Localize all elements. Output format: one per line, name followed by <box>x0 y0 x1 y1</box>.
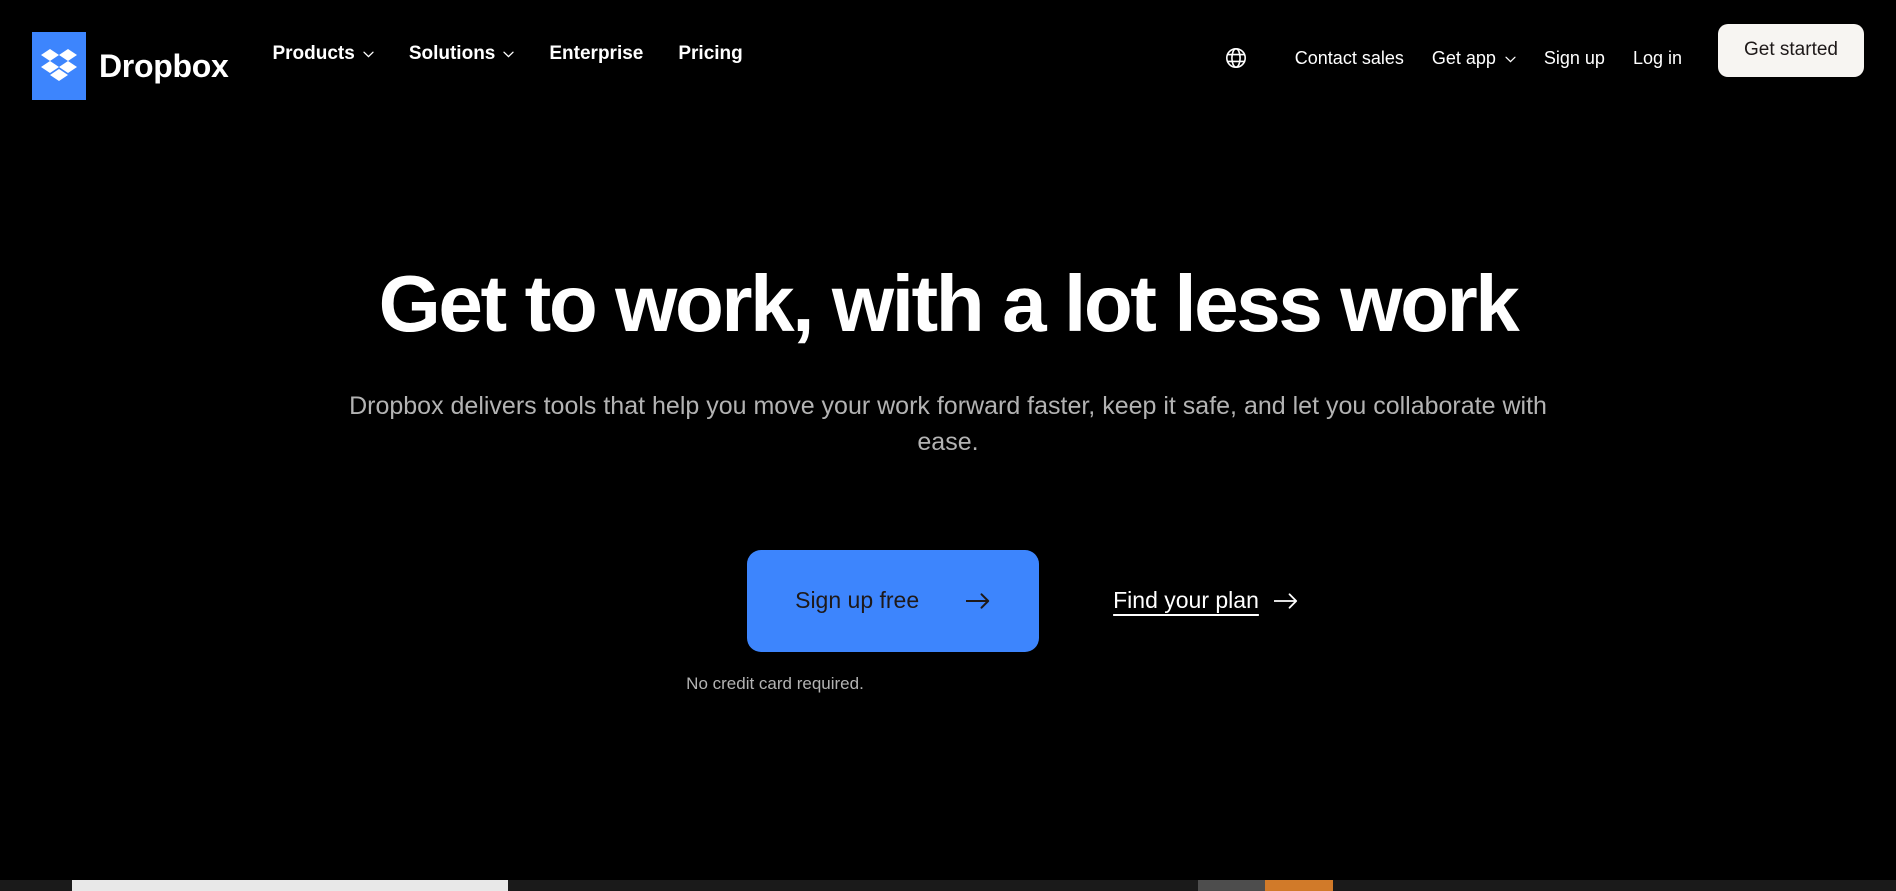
arrow-right-icon <box>1273 592 1299 610</box>
chevron-down-icon <box>503 51 515 58</box>
nav-item-contact-sales-label: Contact sales <box>1294 48 1404 69</box>
nav-item-products-label: Products <box>272 43 355 64</box>
nav-item-enterprise-label: Enterprise <box>549 43 644 64</box>
find-your-plan-link[interactable]: Find your plan <box>1113 589 1299 612</box>
strip-dark-left <box>0 880 72 891</box>
nav-item-contact-sales[interactable]: Contact sales <box>1295 49 1404 67</box>
nav-item-solutions-label: Solutions <box>408 43 496 64</box>
globe-icon[interactable] <box>1223 45 1249 71</box>
nav-item-log-in-label: Log in <box>1632 48 1682 69</box>
hero-cta-row: Sign up free Find your plan <box>0 549 1896 652</box>
brand-name: Dropbox <box>99 48 229 84</box>
scroll-thumb[interactable] <box>72 880 508 891</box>
sign-up-free-button[interactable]: Sign up free <box>747 549 1040 652</box>
chevron-down-icon <box>363 51 374 58</box>
nav-item-pricing-label: Pricing <box>678 43 743 64</box>
dropbox-logo-icon <box>32 32 86 100</box>
nav-item-log-in[interactable]: Log in <box>1633 49 1682 67</box>
nav-item-enterprise[interactable]: Enterprise <box>549 44 643 63</box>
hero-title: Get to work, with a lot less work <box>378 259 1520 348</box>
nav-item-pricing[interactable]: Pricing <box>678 44 742 63</box>
no-credit-card-note: No credit card required. <box>686 673 864 693</box>
find-your-plan-label: Find your plan <box>1113 587 1259 613</box>
nav-item-products[interactable]: Products <box>272 43 374 64</box>
strip-dark-mid <box>508 880 1198 891</box>
primary-navigation: Products Solutions Enterprise Pricing <box>272 44 742 63</box>
hero-section: Get to work, with a lot less work Dropbo… <box>0 100 1896 692</box>
secondary-navigation: Contact sales Get app Sign up Log in Get… <box>1223 24 1864 77</box>
strip-gray <box>1198 880 1265 891</box>
nav-item-get-app-label: Get app <box>1431 48 1496 69</box>
strip-dark-right <box>1333 880 1896 891</box>
nav-item-sign-up-label: Sign up <box>1543 48 1605 69</box>
arrow-right-icon <box>965 592 991 610</box>
sign-up-free-label: Sign up free <box>795 587 920 613</box>
nav-item-sign-up[interactable]: Sign up <box>1544 49 1605 67</box>
nav-item-solutions[interactable]: Solutions <box>409 44 515 63</box>
get-started-button[interactable]: Get started <box>1718 24 1864 77</box>
hero-subtitle: Dropbox delivers tools that help you mov… <box>349 392 1547 457</box>
bottom-progress-strip[interactable] <box>0 880 1896 891</box>
site-header: Dropbox Products Solutions Enterprise Pr… <box>0 0 1896 100</box>
strip-orange <box>1265 880 1333 891</box>
nav-item-get-app[interactable]: Get app <box>1432 49 1516 67</box>
chevron-down-icon <box>1505 56 1516 63</box>
dropbox-logo-link[interactable]: Dropbox <box>32 32 229 100</box>
